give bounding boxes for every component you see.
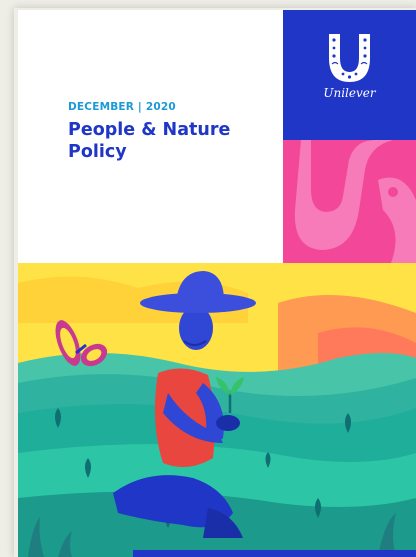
report-date: DECEMBER | 2020 [68,101,176,113]
pink-abstract-block [283,140,416,263]
brand-block: Unilever [283,10,416,140]
report-title: People & Nature Policy [68,120,231,162]
report-cover: DECEMBER | 2020 People & Nature Policy U… [18,10,416,557]
brand-wordmark: Unilever [323,86,376,100]
farmer-illustration [18,263,416,557]
bottom-stripe [133,550,416,557]
unilever-u-logo [329,34,370,82]
abstract-shapes [294,140,416,263]
